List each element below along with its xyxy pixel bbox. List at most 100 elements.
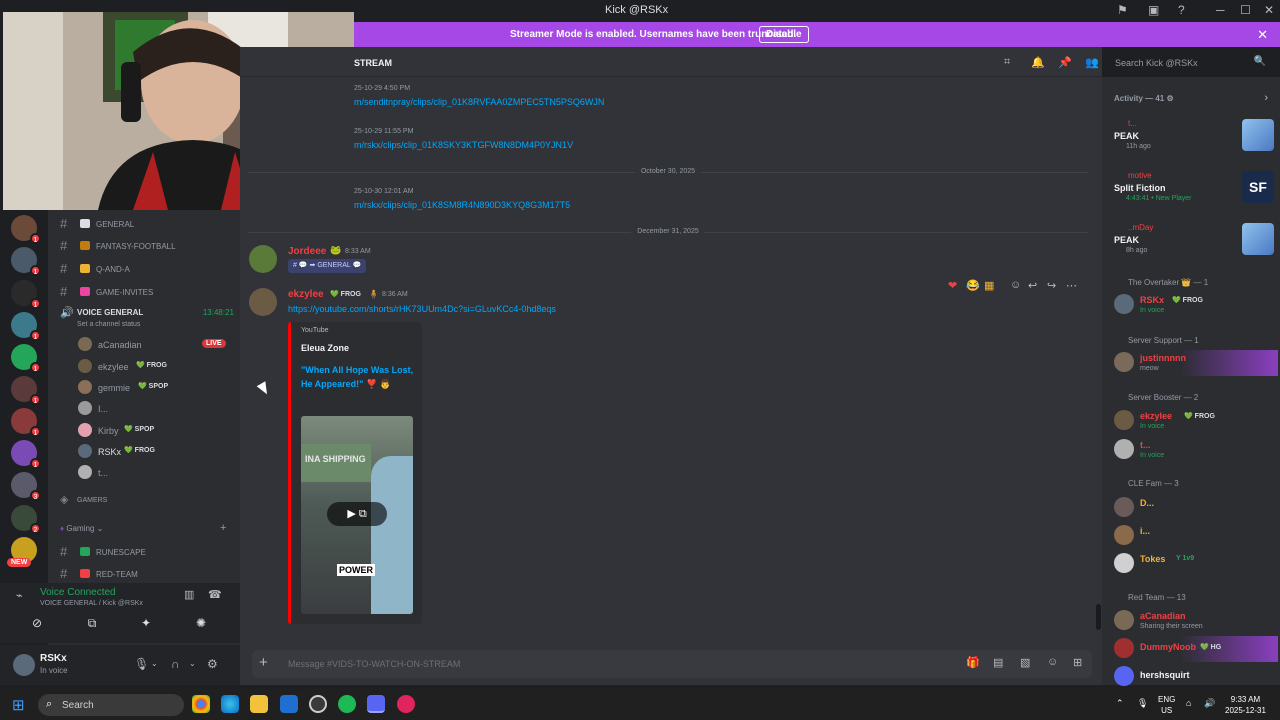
camera-off-icon[interactable]: ⊘ [17, 616, 57, 636]
help-icon[interactable]: ? [1178, 3, 1185, 17]
server-icon[interactable]: 3 [11, 472, 41, 501]
channel-game-invites[interactable]: # GAME-INVITES [48, 282, 234, 302]
server-icon[interactable]: 1 [11, 344, 41, 373]
headphones-icon[interactable]: ∩ [171, 657, 180, 671]
channel-q-and-a[interactable]: # Q-AND-A [48, 259, 234, 279]
voice-user[interactable]: I... [78, 400, 238, 418]
voice-user[interactable]: t... [78, 464, 238, 482]
member-item[interactable]: D... [1114, 495, 1278, 521]
server-icon[interactable]: 1 [11, 376, 41, 405]
video-thumbnail[interactable]: INA SHIPPING ▶ ⧉ POWER [301, 416, 413, 614]
screen-icon[interactable]: ▣ [1148, 3, 1159, 17]
app-icon[interactable] [397, 695, 415, 713]
server-icon[interactable]: 1 [11, 440, 41, 469]
chevron-up-icon[interactable]: ⌃ [1116, 698, 1124, 709]
taskbar-search[interactable]: ⌕ Search [38, 694, 184, 716]
reply-icon[interactable]: ↩ [1028, 279, 1037, 292]
pin-icon[interactable]: 📌 [1058, 56, 1072, 69]
embed-provider[interactable]: YouTube [301, 327, 329, 334]
spotify-icon[interactable] [338, 695, 356, 713]
voice-user[interactable]: gemmie 💚 SPOP [78, 379, 238, 397]
channel-fantasy-football[interactable]: # FANTASY-FOOTBALL [48, 236, 234, 256]
voice-user[interactable]: Kirby 💚 SPOP [78, 422, 238, 440]
volume-icon[interactable]: 🔊 [1204, 698, 1215, 709]
message-link[interactable]: https://youtube.com/shorts/rHK73UUm4Dc?s… [288, 304, 556, 314]
chrome-icon[interactable] [192, 695, 210, 713]
threads-icon[interactable]: ⌗ [1004, 56, 1010, 69]
play-button-icon[interactable]: ▶ ⧉ [327, 502, 387, 526]
member-item[interactable]: Tokes Y 1v9 [1114, 551, 1278, 577]
avatar[interactable] [249, 245, 277, 273]
network-icon[interactable]: ⌂ [1186, 698, 1191, 708]
microphone-icon[interactable]: 🎙 [134, 657, 149, 671]
chevron-down-icon[interactable]: ⌄ [189, 659, 196, 668]
screen-share-icon[interactable]: ⧉ [72, 616, 112, 636]
add-channel-icon[interactable]: + [220, 522, 226, 534]
voice-channel-title[interactable]: VOICE GENERAL [77, 308, 143, 317]
server-icon[interactable]: 1 [11, 408, 41, 437]
message-link[interactable]: m/rskx/clips/clip_01K8SKY3KTGFW8N8DM4P0Y… [354, 140, 573, 150]
member-item[interactable]: i... [1114, 523, 1278, 549]
message-author[interactable]: ekzylee [288, 289, 324, 300]
message-link[interactable]: m/senditnpray/clips/clip_01K8RVFAA0ZMPEC… [354, 97, 604, 107]
server-icon[interactable]: 1 [11, 247, 41, 276]
message-input[interactable]: Message #VIDS-TO-WATCH-ON-STREAM [288, 659, 460, 669]
add-reaction-icon[interactable]: ☺ [1010, 279, 1021, 291]
edge-icon[interactable] [221, 695, 239, 713]
category-gamers[interactable]: GAMERS [77, 497, 107, 504]
user-name[interactable]: RSKx [40, 653, 67, 664]
channel-red-team[interactable]: # RED-TEAM [48, 564, 234, 584]
apps-icon[interactable]: ⊞ [1073, 656, 1082, 669]
activity-card[interactable]: ..mDay PEAK 8h ago [1114, 221, 1274, 261]
search-input[interactable]: Search Kick @RSKx 🔍 [1109, 52, 1271, 73]
inbox-icon[interactable]: ⚑ [1117, 3, 1128, 17]
soundboard-icon[interactable]: ✺ [181, 616, 221, 636]
server-icon[interactable]: 2 [11, 505, 41, 534]
close-icon[interactable]: ✕ [1257, 27, 1268, 43]
member-item[interactable]: t... In voice [1114, 437, 1278, 463]
activity-header[interactable]: Activity — 41 ⚙ [1114, 94, 1174, 103]
member-list-icon[interactable]: 👥 [1085, 56, 1099, 69]
voice-connected-location[interactable]: VOICE GENERAL / Kick @RSKx [40, 600, 143, 607]
attach-plus-icon[interactable]: + [259, 654, 268, 671]
chat-scrollbar[interactable] [1096, 604, 1101, 630]
microphone-icon[interactable]: 🎙 [1137, 698, 1148, 709]
server-icon[interactable]: 1 [11, 215, 41, 244]
message-link[interactable]: m/rskx/clips/clip_01K8SM8R4N890D3KYQ8G3M… [354, 200, 570, 210]
chevron-right-icon[interactable]: › [1264, 92, 1268, 104]
member-item[interactable]: DummyNoob 💚 HG [1114, 636, 1278, 662]
channel-mention[interactable]: # 💬 ➡ GENERAL 💬 [288, 259, 367, 273]
disable-button[interactable]: Disable [759, 26, 809, 43]
member-item[interactable]: justinnnnn meow [1114, 350, 1278, 376]
maximize-button[interactable]: ☐ [1240, 3, 1251, 17]
windows-start-icon[interactable]: ⊞ [12, 696, 25, 714]
taskbar-clock[interactable]: 9:33 AM 2025-12-31 [1225, 694, 1266, 716]
server-icon[interactable]: 1 [11, 312, 41, 341]
noise-suppression-icon[interactable]: ▥ [184, 588, 194, 601]
member-item[interactable]: aCanadian Sharing their screen [1114, 608, 1278, 634]
message-author[interactable]: Jordeee [288, 246, 326, 257]
voice-user[interactable]: RSKx 💚 FROG [78, 443, 238, 461]
disconnect-icon[interactable]: ☎ [208, 588, 222, 601]
file-explorer-icon[interactable] [250, 695, 268, 713]
obs-icon[interactable] [309, 695, 327, 713]
activities-icon[interactable]: ✦ [126, 616, 166, 636]
signal-icon[interactable]: ⌁ [16, 589, 23, 602]
member-item[interactable]: ekzylee 💚 FROG In voice [1114, 408, 1278, 434]
settings-gear-icon[interactable]: ⚙ [207, 657, 218, 671]
avatar[interactable] [249, 288, 277, 316]
minimize-button[interactable]: ─ [1216, 3, 1225, 17]
activity-card[interactable]: motive Split Fiction 4:43:41 • New Playe… [1114, 169, 1274, 209]
channel-general[interactable]: # GENERAL [48, 214, 234, 234]
embed-title[interactable]: "When All Hope Was Lost, He Appeared!" ❣… [301, 363, 416, 391]
gif-icon[interactable]: ▤ [993, 656, 1003, 669]
member-item[interactable]: RSKx 💚 FROG In voice [1114, 292, 1278, 318]
voice-user[interactable]: ekzylee 💚 FROG [78, 358, 238, 376]
chevron-down-icon[interactable]: ⌄ [151, 659, 158, 668]
more-options-icon[interactable]: ⋯ [1066, 279, 1077, 292]
category-gaming[interactable]: ♦ Gaming ⌄ [60, 524, 103, 533]
close-window-button[interactable]: ✕ [1264, 3, 1274, 17]
activity-card[interactable]: t... PEAK 11h ago [1114, 117, 1274, 157]
discord-icon[interactable] [367, 695, 385, 713]
embed-author[interactable]: Eleua Zone [301, 343, 349, 353]
